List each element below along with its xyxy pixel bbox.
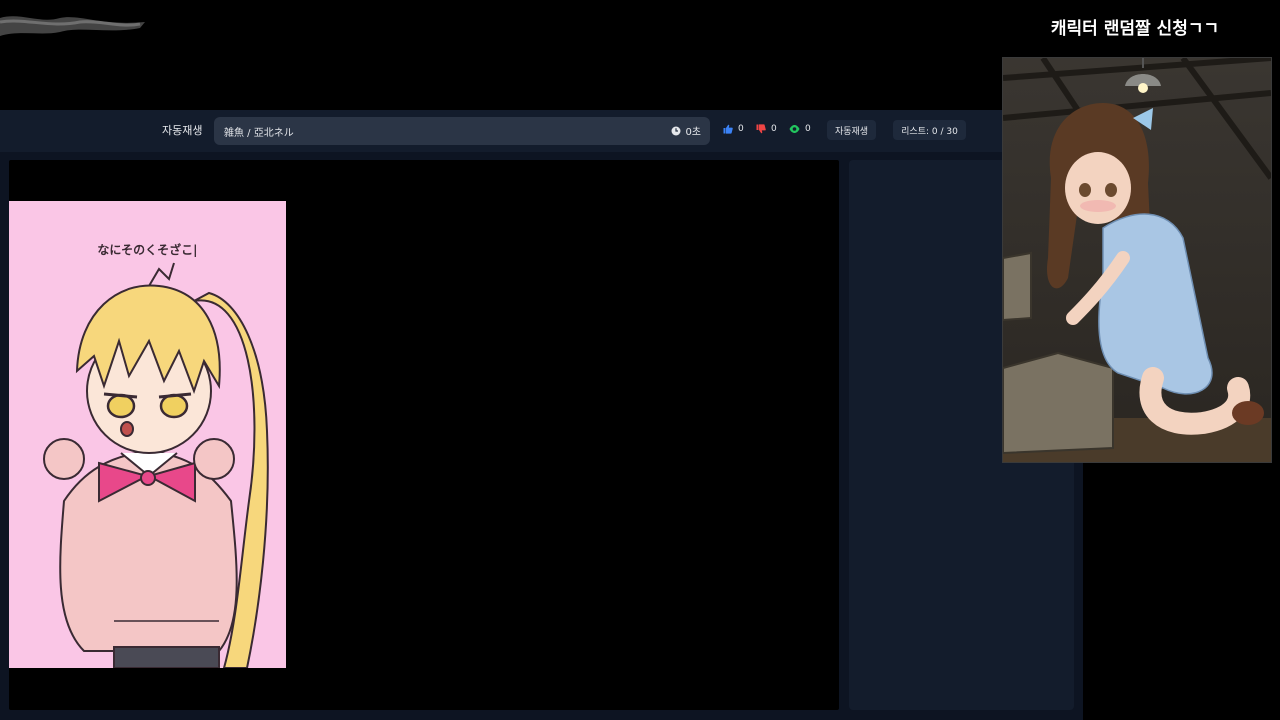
timer: 0초 [671, 123, 701, 138]
view-count: 0 [805, 124, 811, 134]
clock-icon [671, 126, 681, 135]
dislike-button[interactable]: 0 [756, 124, 777, 134]
brush-logo [0, 16, 145, 36]
timer-value: 0초 [685, 127, 701, 138]
anime-girl-illustration [43, 262, 269, 668]
request-title: 캐릭터 랜덤짤 신청ㄱㄱ [1050, 19, 1220, 39]
view-stat: 0 [789, 124, 811, 134]
now-playing-field[interactable]: 雑魚 / 亞北ネル 0초 [214, 117, 710, 145]
autoplay-label: 자동재생 [162, 124, 203, 137]
video-thumbnail: なにそのくそざこ| [9, 201, 286, 668]
playlist-counter-button[interactable]: 리스트: 0 / 30 [893, 120, 966, 140]
autoplay-button[interactable]: 자동재생 [827, 120, 876, 140]
like-button[interactable]: 0 [723, 124, 744, 134]
dislike-count: 0 [771, 124, 777, 134]
character-artwork [1003, 58, 1271, 462]
video-player[interactable]: なにそのくそざこ| [9, 160, 839, 710]
eye-icon [789, 125, 800, 133]
player-toolbar: 자동재생 雑魚 / 亞北ネル 0초 0 0 0 자동재생 리스트: 0 / 30 [0, 110, 1083, 153]
like-count: 0 [738, 124, 744, 134]
now-playing-title: 雑魚 / 亞北ネル [224, 128, 294, 139]
thumbs-up-icon [723, 124, 733, 134]
thumbs-down-icon [756, 124, 766, 134]
character-illustration [1002, 57, 1272, 463]
